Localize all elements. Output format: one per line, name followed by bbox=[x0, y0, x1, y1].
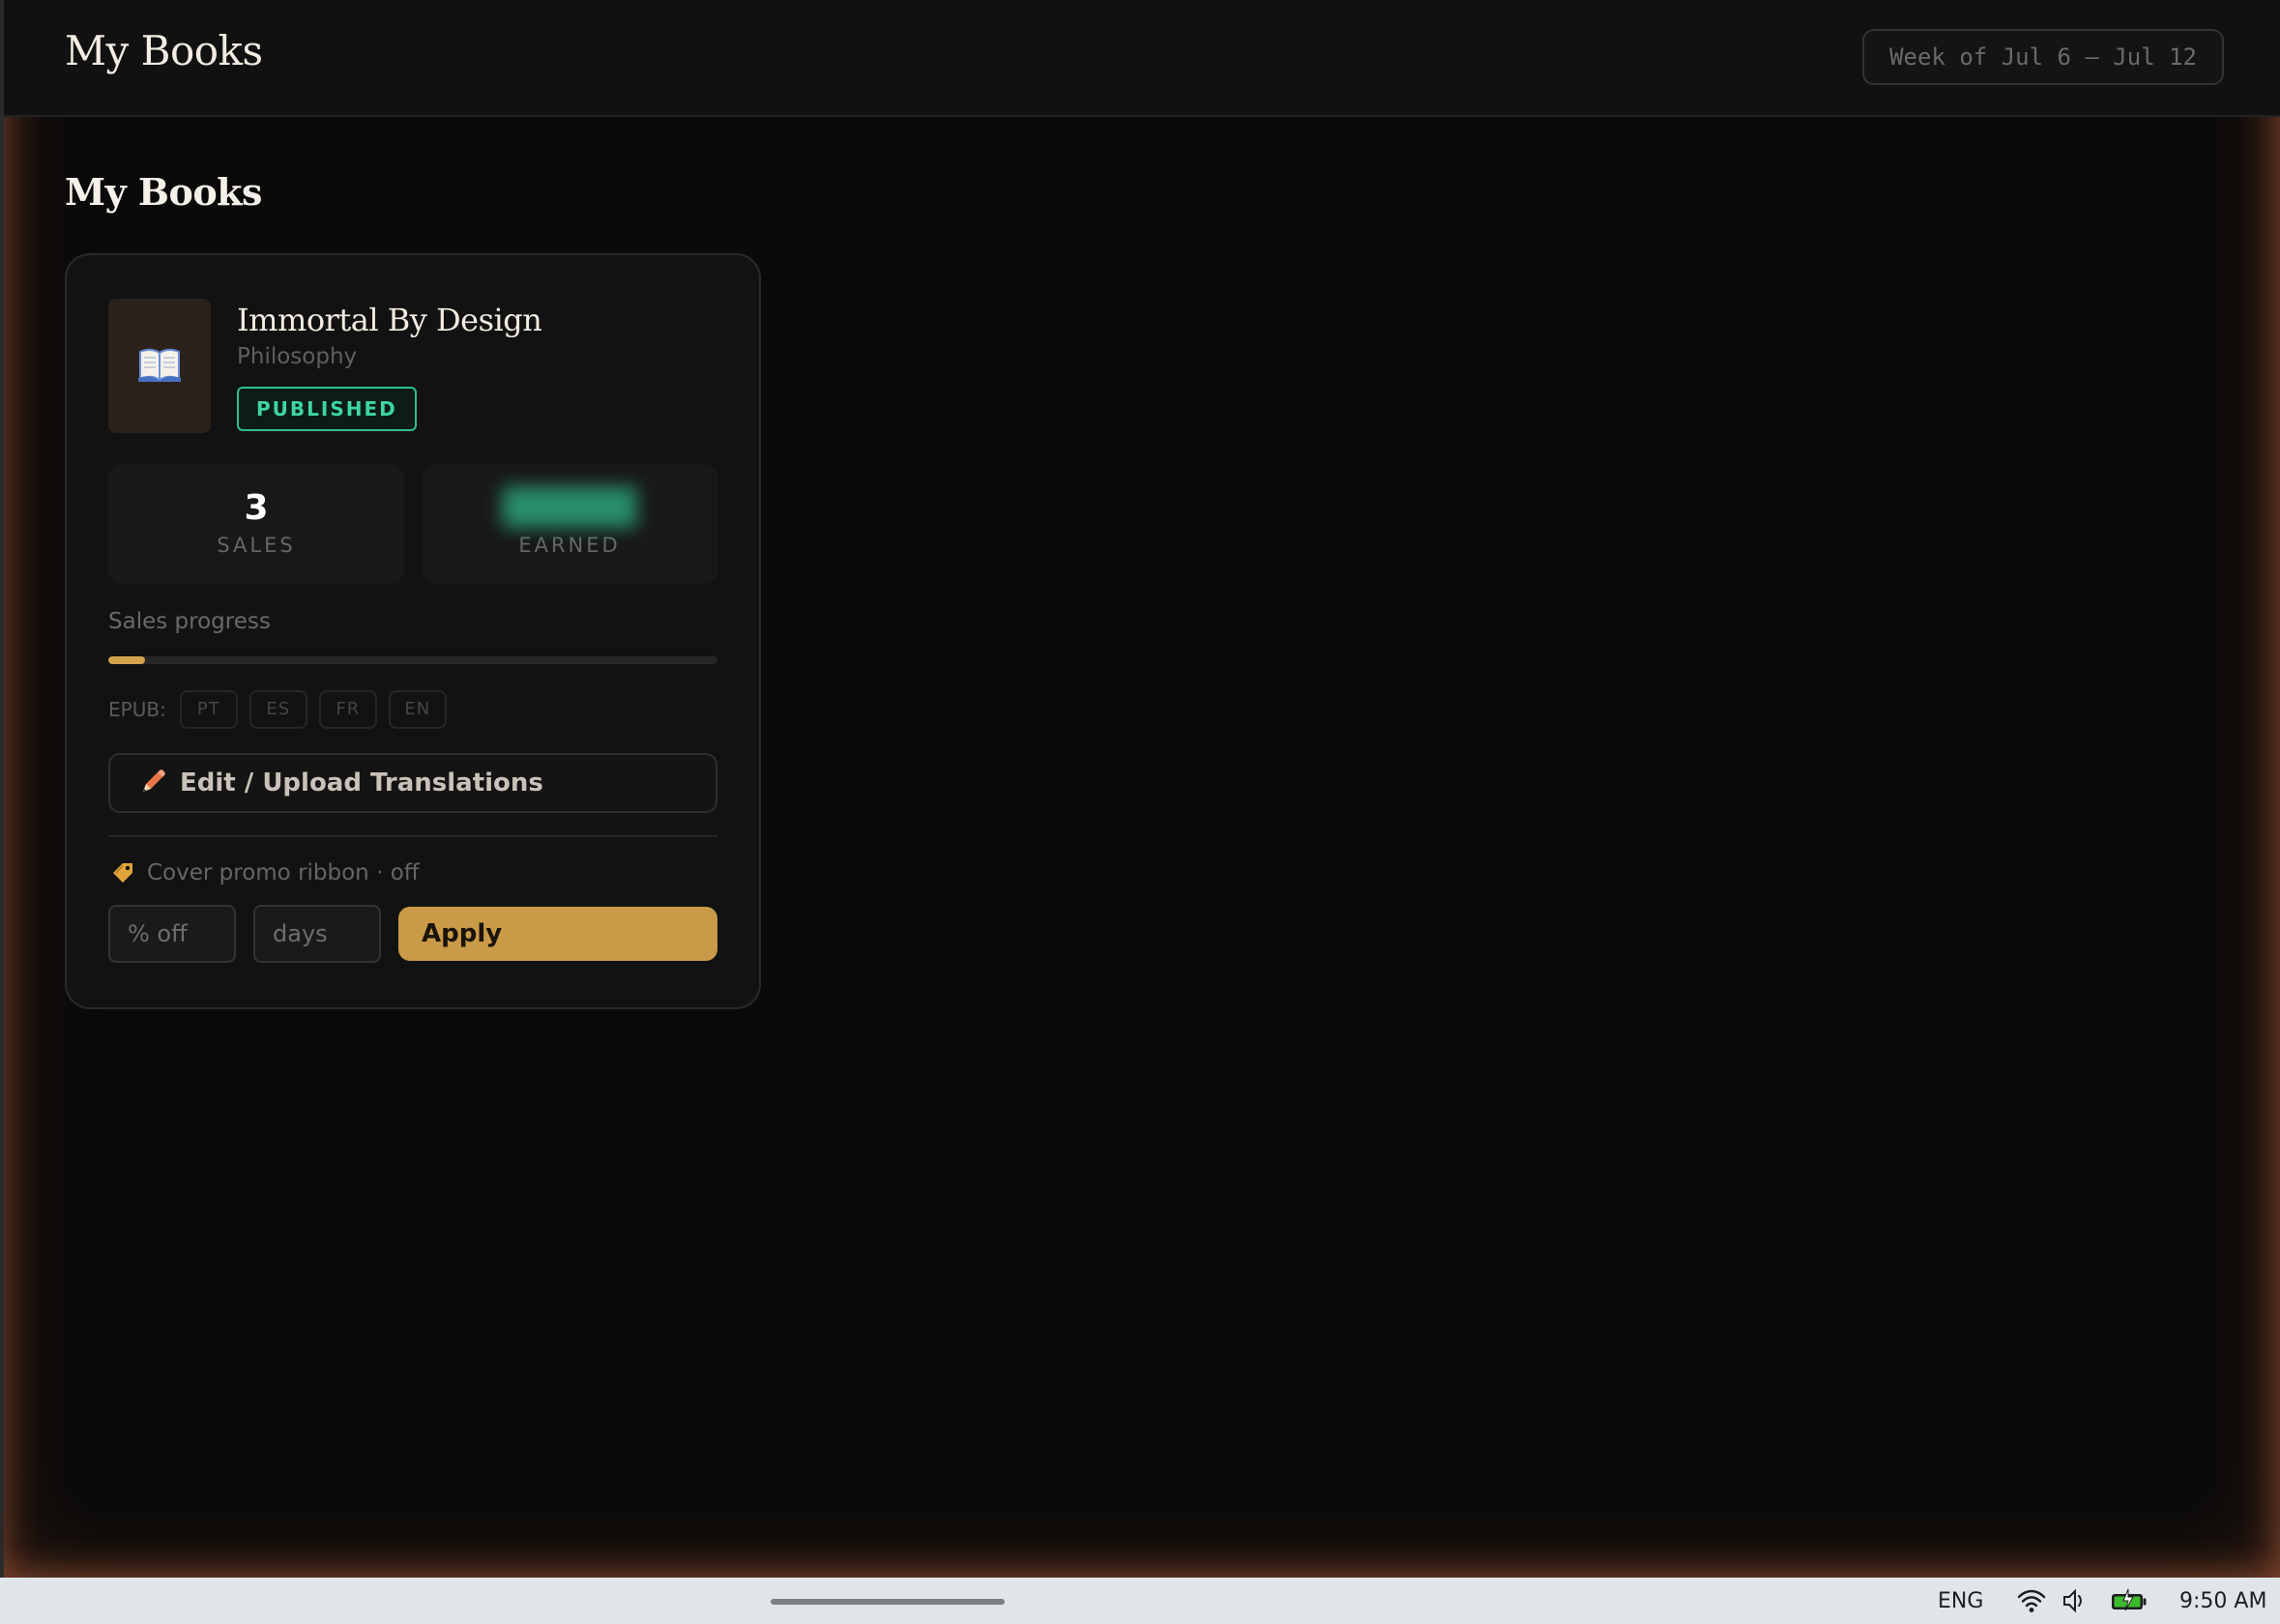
volume-icon[interactable] bbox=[2061, 1587, 2090, 1614]
promo-ribbon-status: Cover promo ribbon · off bbox=[110, 860, 420, 885]
top-bar: My Books Week of Jul 6 – Jul 12 bbox=[4, 0, 2280, 117]
days-input[interactable] bbox=[253, 905, 381, 963]
epub-label: EPUB: bbox=[108, 698, 166, 721]
page-title: My Books bbox=[65, 170, 262, 214]
taskbar: ENG 9:50 AM bbox=[0, 1578, 2280, 1624]
sales-value: 3 bbox=[244, 488, 269, 528]
percent-off-input[interactable] bbox=[108, 905, 236, 963]
edit-upload-translations-button[interactable]: Edit / Upload Translations bbox=[108, 753, 717, 813]
book-category: Philosophy bbox=[237, 344, 358, 369]
status-badge: PUBLISHED bbox=[237, 387, 417, 431]
window-edge bbox=[0, 0, 4, 1578]
book-title: Immortal By Design bbox=[237, 302, 542, 338]
sales-progress-fill bbox=[108, 656, 145, 664]
home-handle[interactable] bbox=[771, 1599, 1005, 1605]
promo-ribbon-label: Cover promo ribbon · off bbox=[147, 860, 420, 885]
screen: My Books Week of Jul 6 – Jul 12 My Books… bbox=[0, 0, 2280, 1624]
app-window: My Books Week of Jul 6 – Jul 12 My Books… bbox=[0, 0, 2280, 1578]
epub-languages: EPUB: PT ES FR EN bbox=[108, 690, 447, 729]
sales-progress-bar bbox=[108, 656, 717, 664]
week-selector[interactable]: Week of Jul 6 – Jul 12 bbox=[1862, 29, 2224, 85]
divider bbox=[108, 835, 717, 837]
clock[interactable]: 9:50 AM bbox=[2179, 1589, 2266, 1613]
pencil-icon bbox=[137, 768, 166, 798]
lang-chip-en[interactable]: EN bbox=[388, 690, 447, 729]
book-cover bbox=[108, 299, 211, 433]
app-title: My Books bbox=[65, 27, 263, 74]
sales-label: SALES bbox=[217, 534, 296, 557]
language-indicator[interactable]: ENG bbox=[1938, 1589, 1983, 1613]
earned-stat: █████ EARNED bbox=[422, 464, 717, 584]
apply-button[interactable]: Apply bbox=[398, 907, 717, 961]
edit-button-label: Edit / Upload Translations bbox=[180, 768, 543, 798]
progress-label: Sales progress bbox=[108, 609, 271, 634]
wifi-icon[interactable] bbox=[2017, 1587, 2046, 1614]
sales-stat: 3 SALES bbox=[108, 464, 404, 584]
lang-chip-pt[interactable]: PT bbox=[179, 690, 238, 729]
lang-chip-fr[interactable]: FR bbox=[318, 690, 377, 729]
lang-chip-es[interactable]: ES bbox=[248, 690, 307, 729]
earned-value-redacted: █████ bbox=[502, 488, 637, 528]
earned-label: EARNED bbox=[518, 534, 621, 557]
open-book-icon bbox=[137, 346, 182, 387]
book-card: Immortal By Design Philosophy PUBLISHED … bbox=[65, 253, 761, 1009]
tag-icon bbox=[110, 860, 135, 885]
battery-icon[interactable] bbox=[2110, 1587, 2148, 1614]
